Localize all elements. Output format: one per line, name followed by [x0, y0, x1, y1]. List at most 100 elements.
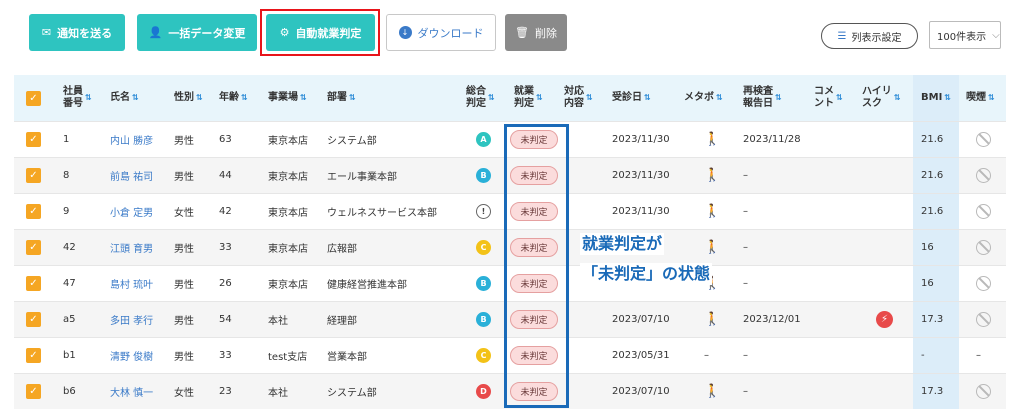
recheck-date: 2023/11/28	[743, 134, 801, 145]
employee-name-link[interactable]: 小倉 定男	[110, 194, 153, 229]
row-checkbox[interactable]: ✓	[26, 374, 41, 409]
gender: 女性	[174, 388, 194, 399]
delete-button[interactable]: 🗑 削除	[505, 14, 567, 51]
department: 健康経営推進本部	[327, 280, 407, 291]
check-icon: ✓	[26, 132, 41, 147]
bulk-edit-label: 一括データ変更	[168, 26, 246, 40]
overall-badge: A	[476, 132, 491, 147]
per-page-select[interactable]: 100件表示 ⌵	[929, 21, 1001, 49]
exam-date: 2023/05/31	[612, 350, 670, 361]
bmi: 21.6	[913, 194, 959, 229]
header-emp-no[interactable]: 社員 番号 ⇅	[63, 75, 92, 121]
row-checkbox[interactable]: ✓	[26, 158, 41, 193]
header-high-risk[interactable]: ハイリ スク ⇅	[862, 75, 901, 121]
header-comment[interactable]: コメ ント ⇅	[814, 75, 843, 121]
employee-name-link[interactable]: 清野 俊樹	[110, 338, 153, 373]
person-icon: 🚶	[704, 240, 721, 255]
employee-name-link[interactable]: 前島 祐司	[110, 158, 153, 193]
row-checkbox[interactable]: ✓	[26, 194, 41, 229]
exam-date: 2023/07/10	[612, 386, 670, 397]
sort-icon: ⇅	[836, 93, 843, 102]
header-name[interactable]: 氏名 ⇅	[110, 75, 139, 121]
age: 42	[219, 206, 232, 217]
exam-date: 2023/11/30	[612, 134, 670, 145]
no-smoking-icon	[976, 168, 991, 183]
metabo: 🚶	[704, 122, 720, 157]
gender: 男性	[174, 316, 194, 327]
recheck-date: –	[743, 170, 748, 181]
row-checkbox[interactable]: ✓	[26, 302, 41, 337]
row-checkbox[interactable]: ✓	[26, 230, 41, 265]
header-overall[interactable]: 総合 判定 ⇅	[466, 75, 495, 121]
office: 東京本店	[268, 280, 308, 291]
employee-name-link[interactable]: 大林 慎一	[110, 374, 153, 409]
no-smoking-icon	[976, 240, 991, 255]
header-action[interactable]: 対応 内容 ⇅	[564, 75, 593, 121]
metabo: 🚶	[704, 194, 720, 229]
header-dept[interactable]: 部署 ⇅	[327, 75, 356, 121]
header-work[interactable]: 就業 判定 ⇅	[514, 75, 543, 121]
emp-no: 47	[63, 278, 76, 289]
age: 26	[219, 278, 232, 289]
header-recheck[interactable]: 再検査 報告日 ⇅	[743, 75, 782, 121]
bmi: 17.3	[913, 374, 959, 409]
overall-judgement: B	[476, 158, 491, 193]
select-all-checkbox[interactable]: ✓	[26, 75, 41, 121]
gender: 男性	[174, 280, 194, 291]
smoking	[976, 374, 991, 409]
age: 54	[219, 314, 232, 325]
sort-icon: ⇅	[775, 93, 782, 102]
recheck-date: –	[743, 386, 748, 397]
age: 44	[219, 170, 232, 181]
header-age[interactable]: 年齢 ⇅	[219, 75, 248, 121]
employee-name-link[interactable]: 内山 勝彦	[110, 122, 153, 157]
header-bmi[interactable]: BMI ⇅	[913, 75, 959, 121]
check-icon: ✓	[26, 276, 41, 291]
employee-name-link[interactable]: 島村 琉叶	[110, 266, 153, 301]
list-icon: ☰	[837, 30, 847, 42]
recheck-date: –	[743, 242, 748, 253]
header-exam-date[interactable]: 受診日 ⇅	[612, 75, 651, 121]
column-settings-button[interactable]: ☰ 列表示設定	[821, 23, 918, 49]
header-gender[interactable]: 性別 ⇅	[174, 75, 203, 121]
sort-icon: ⇅	[893, 93, 901, 102]
auto-judge-highlight	[260, 9, 380, 56]
age: 23	[219, 386, 232, 397]
department: システム部	[327, 136, 377, 147]
smoking	[976, 302, 991, 337]
age: 63	[219, 134, 232, 145]
notify-button[interactable]: ✉ 通知を送る	[29, 14, 125, 51]
sort-icon: ⇅	[716, 93, 723, 102]
department: エール事業本部	[327, 172, 397, 183]
bulk-edit-button[interactable]: 👤 一括データ変更	[137, 14, 257, 51]
office: 東京本店	[268, 244, 308, 255]
emp-no: a5	[63, 314, 76, 325]
overall-judgement: A	[476, 122, 491, 157]
user-edit-icon: 👤	[148, 26, 163, 39]
download-button[interactable]: ↓ ダウンロード	[386, 14, 496, 51]
sort-icon: ⇅	[586, 93, 593, 102]
metabo: –	[704, 338, 709, 373]
download-label: ダウンロード	[417, 26, 484, 40]
delete-label: 削除	[534, 26, 557, 40]
overall-badge: C	[476, 348, 491, 363]
row-checkbox[interactable]: ✓	[26, 122, 41, 157]
overall-judgement: B	[476, 302, 491, 337]
no-smoking-icon	[976, 132, 991, 147]
chevron-down-icon: ⌵	[992, 29, 1000, 41]
sort-icon: ⇅	[349, 93, 356, 102]
overall-judgement: B	[476, 266, 491, 301]
row-checkbox[interactable]: ✓	[26, 338, 41, 373]
employee-name-link[interactable]: 江頭 育男	[110, 230, 153, 265]
header-smoking[interactable]: 喫煙 ⇅	[966, 75, 995, 121]
office: test支店	[268, 352, 308, 363]
department: 経理部	[327, 316, 357, 327]
person-icon: 🚶	[704, 132, 721, 147]
row-checkbox[interactable]: ✓	[26, 266, 41, 301]
table-header: ✓ 社員 番号 ⇅ 氏名 ⇅ 性別 ⇅ 年齢 ⇅ 事業場 ⇅ 部署 ⇅ 総合 判定 ⇅ 就業 …	[14, 75, 1006, 121]
header-metabo[interactable]: メタボ ⇅	[684, 75, 723, 121]
smoking-value: –	[976, 350, 981, 361]
employee-name-link[interactable]: 多田 孝行	[110, 302, 153, 337]
work-judgement-highlight	[504, 124, 569, 408]
header-office[interactable]: 事業場 ⇅	[268, 75, 307, 121]
